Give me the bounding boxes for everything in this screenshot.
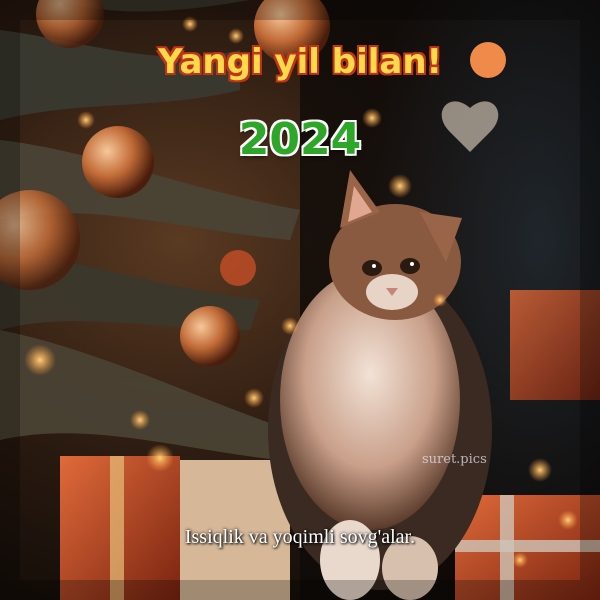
watermark: suret.pics [422, 452, 487, 467]
year-title: 2024 [238, 114, 362, 165]
ornament [220, 250, 256, 286]
greeting-title: Yangi yil bilan! [157, 42, 443, 82]
background-photo [0, 0, 600, 600]
ornament [180, 306, 240, 366]
holiday-card: Yangi yil bilan! 2024 suret.pics Issiqli… [0, 0, 600, 600]
caption-text: Issiqlik va yoqimli sovg'alar. [184, 526, 416, 548]
